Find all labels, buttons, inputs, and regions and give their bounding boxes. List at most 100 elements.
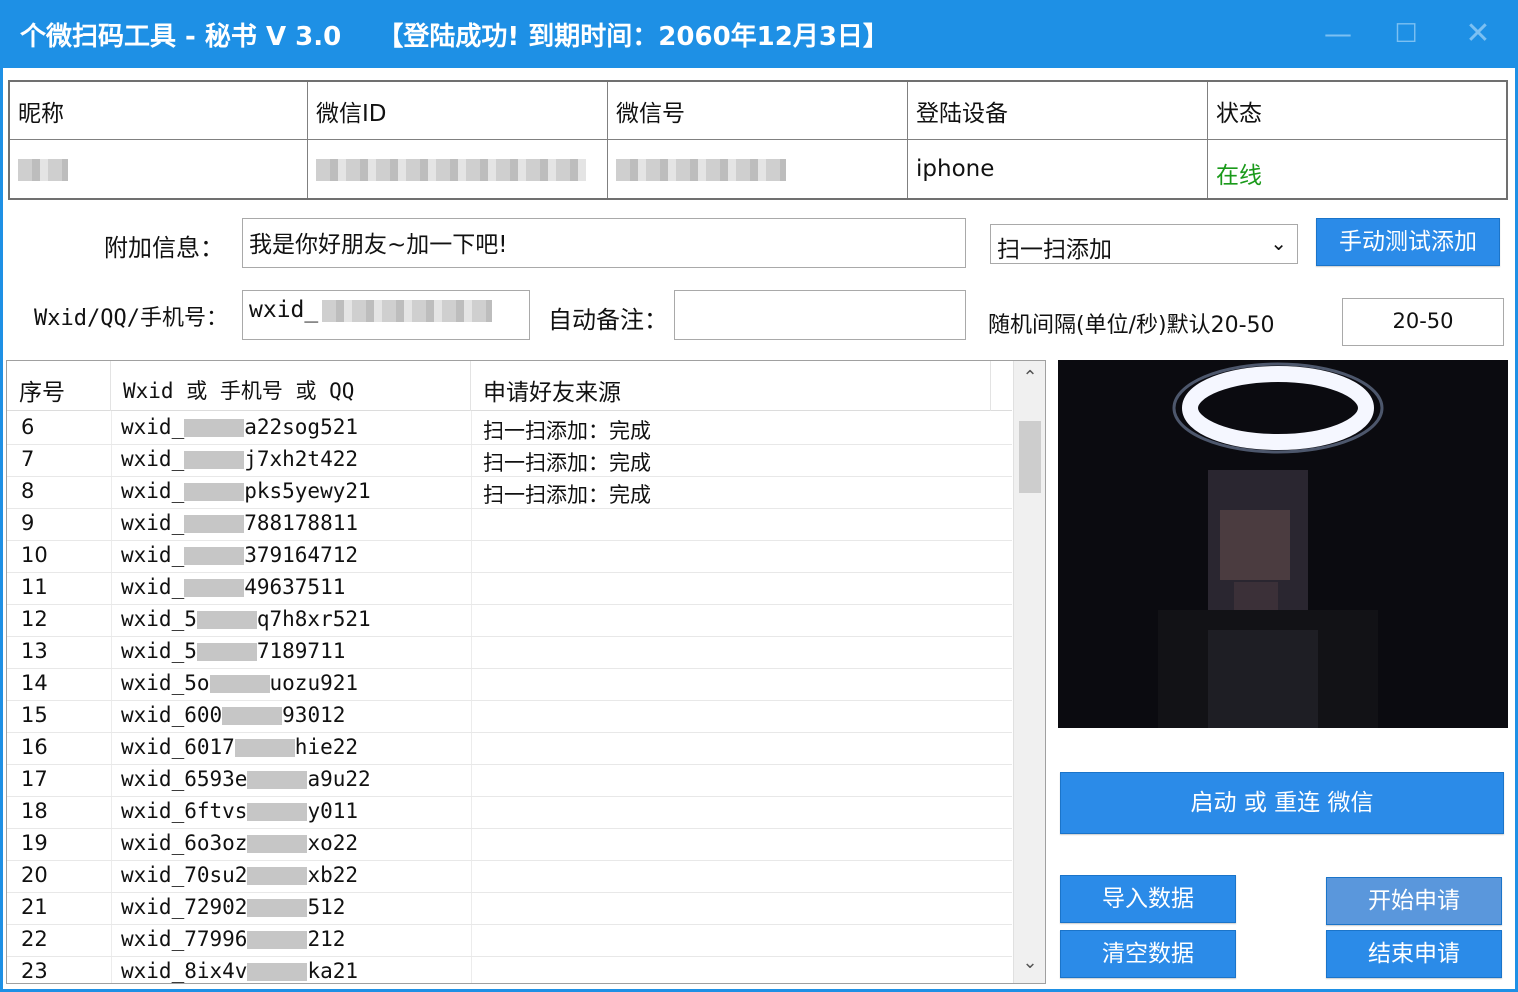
table-row[interactable]: 9 wxid_ 788178811 <box>7 509 1012 541</box>
row-source: 扫一扫添加：完成 <box>483 451 651 475</box>
row-wxid-suffix: xo22 <box>307 831 359 855</box>
table-row[interactable]: 21 wxid_72902 512 <box>7 893 1012 925</box>
table-row[interactable]: 11 wxid_ 49637511 <box>7 573 1012 605</box>
row-wxid-suffix: q7h8xr521 <box>256 607 371 631</box>
wxid-input[interactable]: wxid_ <box>242 290 530 340</box>
row-wxid-prefix: wxid_72902 <box>121 895 248 919</box>
row-wxid-prefix: wxid_70su2 <box>121 863 248 887</box>
row-wxid-suffix: j7xh2t422 <box>244 447 359 471</box>
row-wxid: wxid_6017 hie22 <box>121 735 358 759</box>
table-row[interactable]: 18 wxid_6ftvs y011 <box>7 797 1012 829</box>
row-index: 17 <box>21 767 48 791</box>
person-photo-graphic <box>1058 360 1508 728</box>
row-wxid-prefix: wxid_ <box>121 575 185 599</box>
auto-remark-input[interactable] <box>674 290 966 340</box>
redacted-wxid-part <box>184 515 245 533</box>
row-index: 10 <box>21 543 48 567</box>
camera-preview-image <box>1058 360 1508 728</box>
redacted-wxid-part <box>184 483 245 501</box>
row-wxid: wxid_8ix4v ka21 <box>121 959 358 983</box>
apply-list: 序号 Wxid 或 手机号 或 QQ 申请好友来源 6 wxid_ a22sog52… <box>6 360 1046 984</box>
redacted-wxid-part <box>247 931 308 949</box>
table-row[interactable]: 6 wxid_ a22sog521 扫一扫添加：完成 <box>7 413 1012 445</box>
table-row[interactable]: 7 wxid_ j7xh2t422 扫一扫添加：完成 <box>7 445 1012 477</box>
redacted-wxid-part <box>247 899 308 917</box>
row-index: 11 <box>21 575 48 599</box>
redacted-wxid-part <box>247 867 308 885</box>
auto-remark-label: 自动备注： <box>548 306 668 334</box>
end-apply-button[interactable]: 结束申请 <box>1326 930 1502 978</box>
col-wxid[interactable]: Wxid 或 手机号 或 QQ <box>111 361 471 411</box>
row-wxid-suffix: hie22 <box>294 735 359 759</box>
redacted-wechat-number <box>616 158 786 181</box>
login-device-value: iphone <box>908 140 1208 198</box>
row-wxid-prefix: wxid_ <box>121 511 185 535</box>
manual-test-add-button[interactable]: 手动测试添加 <box>1316 218 1500 266</box>
table-row[interactable]: 19 wxid_6o3oz xo22 <box>7 829 1012 861</box>
row-index: 16 <box>21 735 48 759</box>
row-index: 7 <box>21 447 35 471</box>
table-row[interactable]: 16 wxid_6017 hie22 <box>7 733 1012 765</box>
maximize-icon[interactable]: ☐ <box>1384 14 1428 54</box>
list-scrollbar[interactable]: ⌃ ⌄ <box>1013 361 1045 983</box>
nickname-value <box>10 140 308 198</box>
wechat-id-value <box>308 140 608 198</box>
row-wxid-suffix: 93012 <box>282 703 346 727</box>
redacted-wxid-part <box>247 771 308 789</box>
row-wxid: wxid_72902 512 <box>121 895 345 919</box>
start-apply-button[interactable]: 开始申请 <box>1326 877 1502 925</box>
col-source[interactable]: 申请好友来源 <box>471 361 991 411</box>
table-row[interactable]: 22 wxid_77996 212 <box>7 925 1012 957</box>
scroll-up-icon[interactable]: ⌃ <box>1014 367 1045 388</box>
table-row[interactable]: 13 wxid_5 7189711 <box>7 637 1012 669</box>
row-wxid-prefix: wxid_ <box>121 543 185 567</box>
row-index: 9 <box>21 511 35 535</box>
row-wxid-suffix: 379164712 <box>244 543 359 567</box>
table-row[interactable]: 15 wxid_600 93012 <box>7 701 1012 733</box>
extra-info-input[interactable]: 我是你好朋友~加一下吧! <box>242 218 966 268</box>
row-wxid: wxid_ 379164712 <box>121 543 358 567</box>
list-header: 序号 Wxid 或 手机号 或 QQ 申请好友来源 <box>7 361 1012 411</box>
row-wxid: wxid_ 788178811 <box>121 511 358 535</box>
minimize-icon[interactable]: — <box>1316 14 1360 54</box>
table-row[interactable]: 17 wxid_6593e a9u22 <box>7 765 1012 797</box>
window-title: 个微扫码工具 - 秘书 V 3.0 【登陆成功! 到期时间：2060年12月3日… <box>20 22 889 52</box>
row-wxid-suffix: a9u22 <box>307 767 371 791</box>
header-login-device: 登陆设备 <box>908 82 1208 140</box>
close-icon[interactable]: ✕ <box>1456 14 1500 54</box>
row-index: 21 <box>21 895 48 919</box>
scroll-down-icon[interactable]: ⌄ <box>1014 952 1045 973</box>
redacted-wxid <box>322 299 493 322</box>
clear-data-button[interactable]: 清空数据 <box>1060 930 1236 978</box>
table-row[interactable]: 12 wxid_5 q7h8xr521 <box>7 605 1012 637</box>
row-wxid: wxid_600 93012 <box>121 703 345 727</box>
table-row[interactable]: 20 wxid_70su2 xb22 <box>7 861 1012 893</box>
row-wxid-prefix: wxid_5o <box>121 671 210 695</box>
start-wechat-button[interactable]: 启动 或 重连 微信 <box>1060 772 1504 834</box>
table-row[interactable]: 23 wxid_8ix4v ka21 <box>7 957 1012 983</box>
table-row[interactable]: 10 wxid_ 379164712 <box>7 541 1012 573</box>
redacted-wxid-part <box>234 739 295 757</box>
row-index: 6 <box>21 415 35 439</box>
row-index: 20 <box>21 863 48 887</box>
col-index[interactable]: 序号 <box>7 361 111 411</box>
row-wxid: wxid_5 q7h8xr521 <box>121 607 371 631</box>
row-index: 22 <box>21 927 48 951</box>
row-wxid-prefix: wxid_5 <box>121 639 197 663</box>
row-wxid: wxid_ j7xh2t422 <box>121 447 358 471</box>
scroll-thumb[interactable] <box>1019 421 1041 493</box>
table-row[interactable]: 14 wxid_5o uozu921 <box>7 669 1012 701</box>
redacted-wxid-part <box>222 707 283 725</box>
header-status: 状态 <box>1208 82 1506 140</box>
table-row[interactable]: 8 wxid_ pks5yewy21 扫一扫添加：完成 <box>7 477 1012 509</box>
row-wxid-suffix: ka21 <box>307 959 359 983</box>
import-data-button[interactable]: 导入数据 <box>1060 875 1236 923</box>
redacted-wxid-part <box>184 547 245 565</box>
interval-input[interactable]: 20-50 <box>1342 298 1504 346</box>
row-wxid-prefix: wxid_ <box>121 479 185 503</box>
row-index: 14 <box>21 671 48 695</box>
row-wxid-suffix: 7189711 <box>256 639 346 663</box>
mode-select[interactable]: 扫一扫添加 ⌄ <box>990 224 1298 264</box>
row-index: 15 <box>21 703 48 727</box>
redacted-wxid-part <box>184 579 245 597</box>
